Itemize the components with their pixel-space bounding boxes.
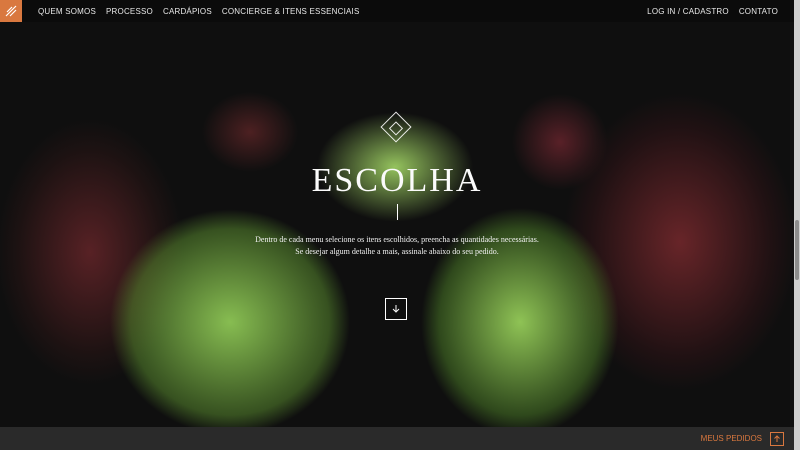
vertical-scrollbar[interactable] [794,0,800,450]
arrow-down-icon [392,305,400,313]
title-divider [397,204,398,220]
description-line-1: Dentro de cada menu selecione os itens e… [255,235,539,244]
footer-bar: MEUS PEDIDOS [0,427,794,450]
nav-cardapios[interactable]: CARDÁPIOS [163,7,212,16]
down-arrow-icon[interactable] [385,298,407,320]
contact-link[interactable]: CONTATO [739,7,778,16]
my-orders-button[interactable]: MEUS PEDIDOS [700,431,784,446]
top-navbar: QUEM SOMOS PROCESSO CARDÁPIOS CONCIERGE … [0,0,800,22]
main-nav: QUEM SOMOS PROCESSO CARDÁPIOS CONCIERGE … [38,7,360,16]
hero-title: ESCOLHA [311,162,483,199]
nav-concierge[interactable]: CONCIERGE & ITENS ESSENCIAIS [222,7,360,16]
up-arrow-icon [770,431,784,446]
hero-description: Dentro de cada menu selecione os itens e… [197,234,597,258]
diamond-inner-icon [388,121,404,136]
diamond-icon [380,111,412,143]
login-link[interactable]: LOG IN / CADASTRO [647,7,729,16]
brand-mark-icon [5,5,17,17]
hero-section: ESCOLHA Dentro de cada menu selecione os… [0,22,794,427]
brand-logo-icon[interactable] [0,0,22,22]
nav-quem-somos[interactable]: QUEM SOMOS [38,7,96,16]
hero-content: ESCOLHA Dentro de cada menu selecione os… [0,22,794,427]
account-nav: LOG IN / CADASTRO CONTATO [647,7,800,16]
arrow-up-icon [774,434,780,442]
nav-processo[interactable]: PROCESSO [106,7,153,16]
my-orders-label: MEUS PEDIDOS [700,434,762,443]
description-line-2: Se desejar algum detalhe a mais, assinal… [295,247,499,256]
scrollbar-thumb[interactable] [795,220,799,280]
